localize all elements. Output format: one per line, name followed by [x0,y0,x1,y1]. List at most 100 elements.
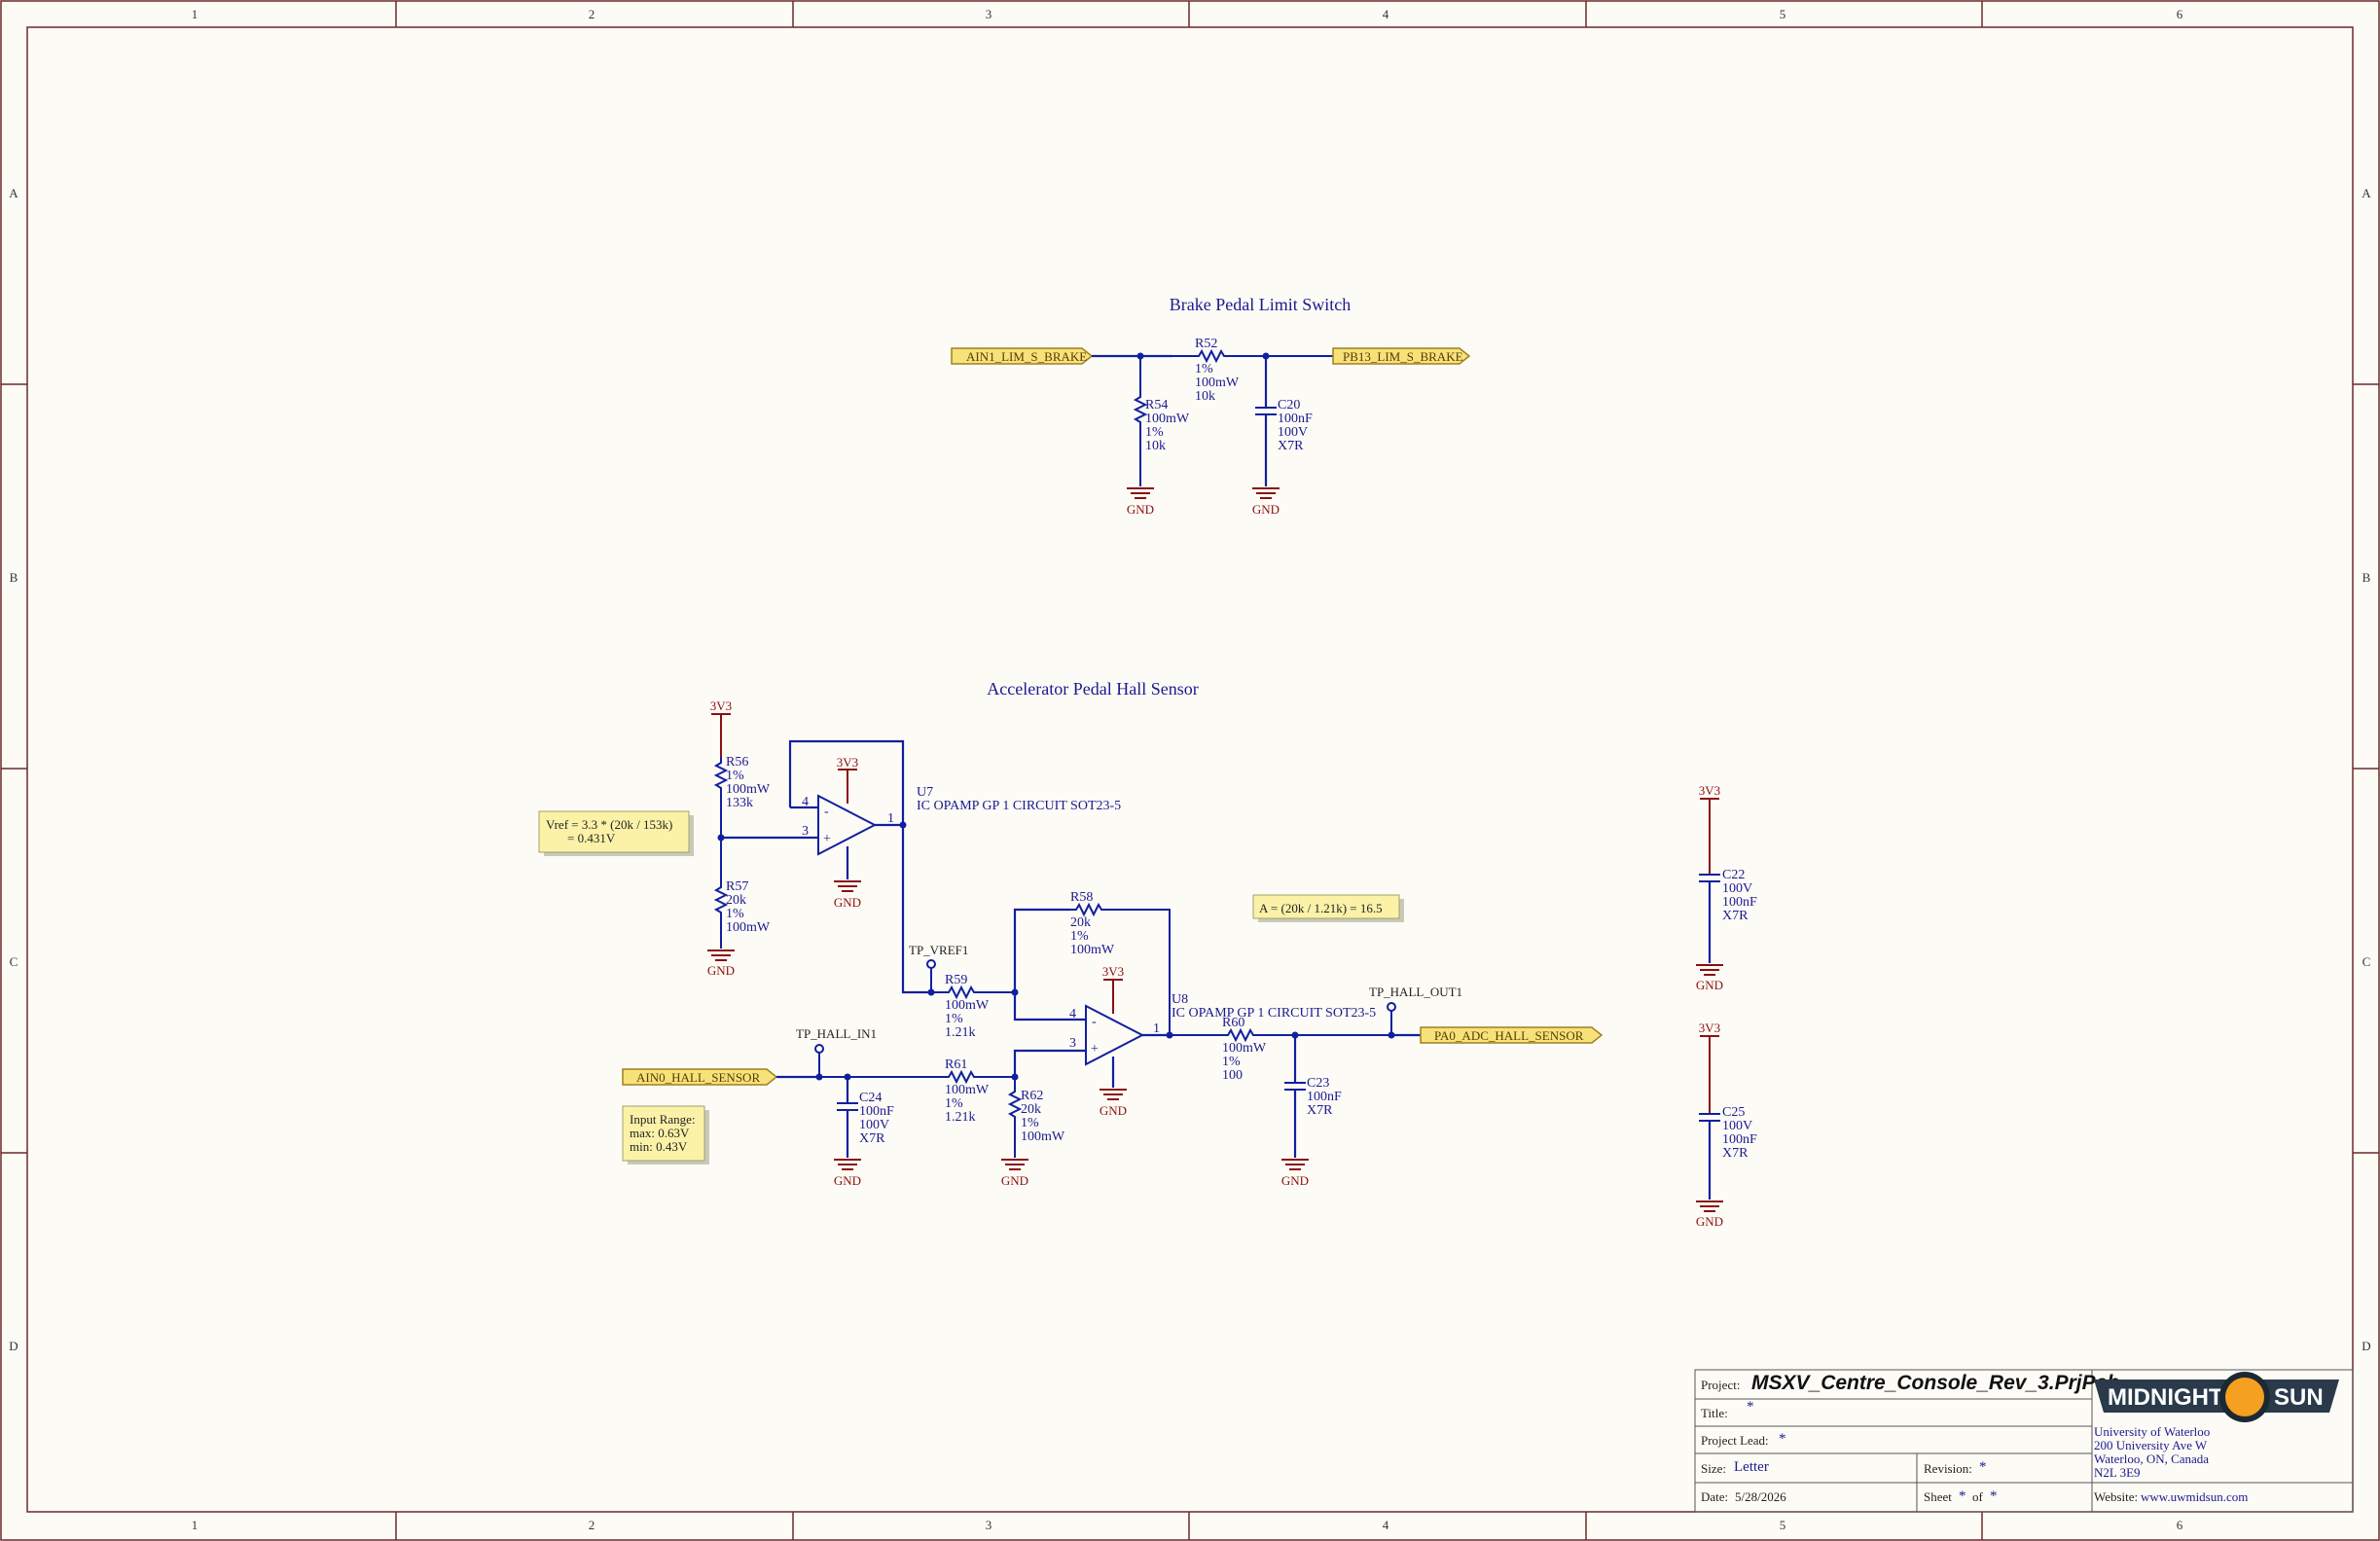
col-label-bottom: 5 [1780,1518,1786,1532]
r62-designator: R62 [1021,1089,1043,1103]
r62-value: 20k [1021,1102,1041,1117]
col-label-bottom: 2 [589,1518,595,1532]
c20-voltage: 100V [1278,425,1308,440]
svg-text:GND: GND [1127,502,1154,517]
col-label-top: 2 [589,7,595,21]
resistor-r62 [1007,1077,1023,1158]
port-ain0-hall-sensor[interactable]: AIN0_HALL_SENSOR [622,1068,778,1086]
svg-text:GND: GND [1696,978,1723,992]
row-label-right: A [2362,186,2371,200]
r60-value: 100 [1222,1068,1243,1083]
c20-designator: C20 [1278,398,1300,412]
c20-dielectric: X7R [1278,439,1304,453]
svg-text:GND: GND [834,895,861,910]
r54-tol: 1% [1145,425,1164,440]
r58-designator: R58 [1070,890,1093,905]
svg-text:GND: GND [1001,1173,1028,1188]
r61-value: 1.21k [945,1110,976,1125]
resistor-r56 [713,757,729,838]
svg-text:1: 1 [1153,1021,1160,1036]
gnd-symbol: GND [1696,1201,1723,1229]
r54-value: 10k [1145,439,1166,453]
svg-text:3V3: 3V3 [1699,1021,1720,1035]
svg-text:PA0_ADC_HALL_SENSOR: PA0_ADC_HALL_SENSOR [1434,1028,1584,1043]
c25-dielectric: X7R [1722,1146,1749,1161]
svg-text:max: 0.63V: max: 0.63V [630,1126,690,1140]
svg-text:3V3: 3V3 [837,755,858,770]
c25-cap: 100nF [1722,1132,1757,1147]
svg-text:1: 1 [887,811,894,826]
r60-tol: 1% [1222,1055,1241,1069]
c23-cap: 100nF [1307,1090,1342,1104]
r56-value: 133k [726,796,753,810]
resistor-r52 [1172,348,1333,364]
col-label-bottom: 1 [192,1518,198,1532]
r56-designator: R56 [726,755,748,770]
svg-text:GND: GND [1696,1214,1723,1229]
tb-of-value: * [1990,1488,1998,1504]
port-pb13-lim-s-brake[interactable]: PB13_LIM_S_BRAKE [1332,347,1471,365]
svg-text:GND: GND [1100,1103,1127,1118]
c24-cap: 100nF [859,1104,894,1119]
port-pa0-adc-hall-sensor[interactable]: PA0_ADC_HALL_SENSOR [1420,1026,1604,1044]
r58-value: 20k [1070,915,1091,930]
u7-description: IC OPAMP GP 1 CIRCUIT SOT23-5 [917,799,1121,813]
r57-value: 20k [726,893,746,908]
row-label-right: D [2362,1339,2370,1353]
svg-text:GND: GND [1281,1173,1309,1188]
svg-text:A = (20k / 1.21k) = 16.5: A = (20k / 1.21k) = 16.5 [1259,901,1383,915]
svg-text:TP_VREF1: TP_VREF1 [909,943,968,957]
row-label-right: C [2362,954,2371,969]
c20-cap: 100nF [1278,412,1313,426]
resistor-r59 [931,985,1015,1000]
c23-dielectric: X7R [1307,1103,1333,1118]
title-block: Project: MSXV_Centre_Console_Rev_3.PrjPc… [1694,1369,2354,1513]
col-label-top: 4 [1383,7,1389,21]
tb-address-line-3: Waterloo, ON, Canada [2094,1451,2209,1466]
r59-power: 100mW [945,998,990,1013]
tb-title-label: Title: [1701,1406,1728,1420]
svg-text:3: 3 [802,824,809,839]
r52-designator: R52 [1195,337,1217,351]
c22-designator: C22 [1722,868,1745,882]
r52-tol: 1% [1195,362,1213,376]
svg-text:3V3: 3V3 [1699,783,1720,798]
gnd-symbol: GND [1001,1159,1028,1188]
svg-text:4: 4 [802,795,809,809]
r59-tol: 1% [945,1012,963,1026]
svg-text:+: + [1091,1042,1099,1057]
tb-address-line-1: University of Waterloo [2094,1424,2210,1439]
row-label-left: C [10,954,18,969]
r56-tol: 1% [726,769,744,783]
r60-designator: R60 [1222,1016,1244,1030]
c22-dielectric: X7R [1722,909,1749,923]
r59-designator: R59 [945,973,967,987]
c22-cap: 100nF [1722,895,1757,910]
tb-address-line-4: N2L 3E9 [2094,1465,2141,1480]
tb-project-value: MSXV_Centre_Console_Rev_3.PrjPcb [1751,1372,2119,1394]
r62-tol: 1% [1021,1116,1039,1130]
c24-designator: C24 [859,1091,882,1105]
tb-title-value: * [1747,1399,1754,1415]
note-gain: A = (20k / 1.21k) = 16.5 [1252,894,1404,922]
r54-power: 100mW [1145,412,1190,426]
resistor-r57 [713,838,729,949]
gnd-symbol: GND [1100,1089,1127,1118]
tb-project-label: Project: [1701,1378,1740,1392]
port-ain1-lim-s-brake[interactable]: AIN1_LIM_S_BRAKE [951,347,1094,365]
row-label-right: B [2362,570,2371,585]
power-3v3-symbol: 3V3 [1699,783,1720,875]
testpoint-hall-in[interactable]: TP_HALL_IN1 [796,1026,877,1077]
gnd-symbol: GND [1252,487,1280,517]
svg-text:+: + [823,832,831,846]
col-label-bottom: 4 [1383,1518,1389,1532]
r57-designator: R57 [726,879,748,894]
row-label-left: D [9,1339,18,1353]
svg-text:min: 0.43V: min: 0.43V [630,1139,688,1154]
svg-text:Input Range:: Input Range: [630,1112,696,1127]
svg-text:GND: GND [834,1173,861,1188]
row-label-left: A [9,186,18,200]
gnd-symbol: GND [707,950,735,978]
svg-text:4: 4 [1069,1007,1076,1021]
r57-tol: 1% [726,907,744,921]
